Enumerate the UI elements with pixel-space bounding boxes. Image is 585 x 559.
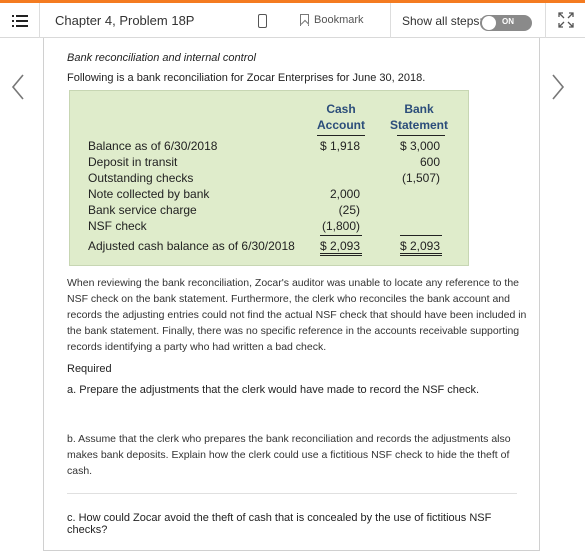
problem-intro: Following is a bank reconciliation for Z… (67, 72, 426, 84)
table-row-label: Bank service charge (88, 203, 197, 217)
menu-button[interactable] (0, 3, 40, 38)
bookmark-icon (300, 14, 309, 26)
table-cell-bank: $ 2,093 (399, 239, 440, 253)
bank-subtotal-underline (400, 235, 442, 236)
expand-icon (558, 12, 574, 28)
expand-button[interactable] (545, 3, 585, 38)
table-cell-bank: 600 (419, 155, 440, 169)
cash-total-double-underline (320, 255, 362, 256)
table-cell-cash: $ 1,918 (319, 139, 360, 153)
show-steps-label: Show all steps: (402, 14, 483, 28)
problem-title: Bank reconciliation and internal control (67, 52, 256, 64)
bank-total-double-underline (400, 255, 442, 256)
cash-account-header: Cash Account (317, 102, 365, 132)
table-cell-cash: 2,000 (329, 187, 360, 201)
table-cell-bank: $ 3,000 (399, 139, 440, 153)
chapter-title: Chapter 4, Problem 18P (55, 13, 195, 28)
device-icon[interactable] (258, 14, 267, 28)
table-cell-cash: (1,800) (321, 219, 360, 233)
toggle-label: ON (502, 17, 514, 26)
bank-statement-header: Bank Statement (389, 102, 448, 132)
toggle-knob (482, 16, 496, 30)
cash-subtotal-underline (320, 235, 362, 236)
table-row-label: Balance as of 6/30/2018 (88, 139, 218, 153)
bank-reconciliation-table: Cash Account Bank Statement Balance as o… (69, 90, 469, 266)
menu-icon (11, 14, 28, 27)
question-a: a. Prepare the adjustments that the cler… (67, 384, 480, 396)
question-b: b. Assume that the clerk who prepares th… (67, 433, 511, 477)
show-steps-toggle[interactable]: ON (480, 15, 532, 31)
top-bar: Chapter 4, Problem 18P Bookmark Show all… (0, 0, 585, 38)
problem-panel: Bank reconciliation and internal control… (43, 38, 540, 551)
table-row-label: Deposit in transit (88, 155, 178, 169)
bank-total-underline (400, 253, 442, 254)
question-divider (67, 493, 517, 494)
cash-total-underline (320, 253, 362, 254)
bookmark-button[interactable]: Bookmark (300, 14, 364, 26)
question-c: c. How could Zocar avoid the theft of ca… (67, 512, 492, 536)
bookmark-label: Bookmark (314, 14, 364, 26)
cash-header-underline (317, 135, 365, 136)
table-row-label: NSF check (88, 219, 147, 233)
bank-header-underline (397, 135, 445, 136)
header-divider (390, 3, 391, 38)
table-cell-bank: (1,507) (401, 171, 440, 185)
required-label: Required (67, 363, 112, 375)
table-row-label: Outstanding checks (88, 171, 194, 185)
table-cell-cash: $ 2,093 (319, 239, 360, 253)
table-cell-cash: (25) (338, 203, 360, 217)
problem-paragraph: When reviewing the bank reconciliation, … (67, 277, 527, 353)
table-row-label: Adjusted cash balance as of 6/30/2018 (88, 239, 295, 253)
chevron-right-icon[interactable] (548, 72, 568, 102)
table-row-label: Note collected by bank (88, 187, 210, 201)
chevron-left-icon[interactable] (8, 72, 28, 102)
